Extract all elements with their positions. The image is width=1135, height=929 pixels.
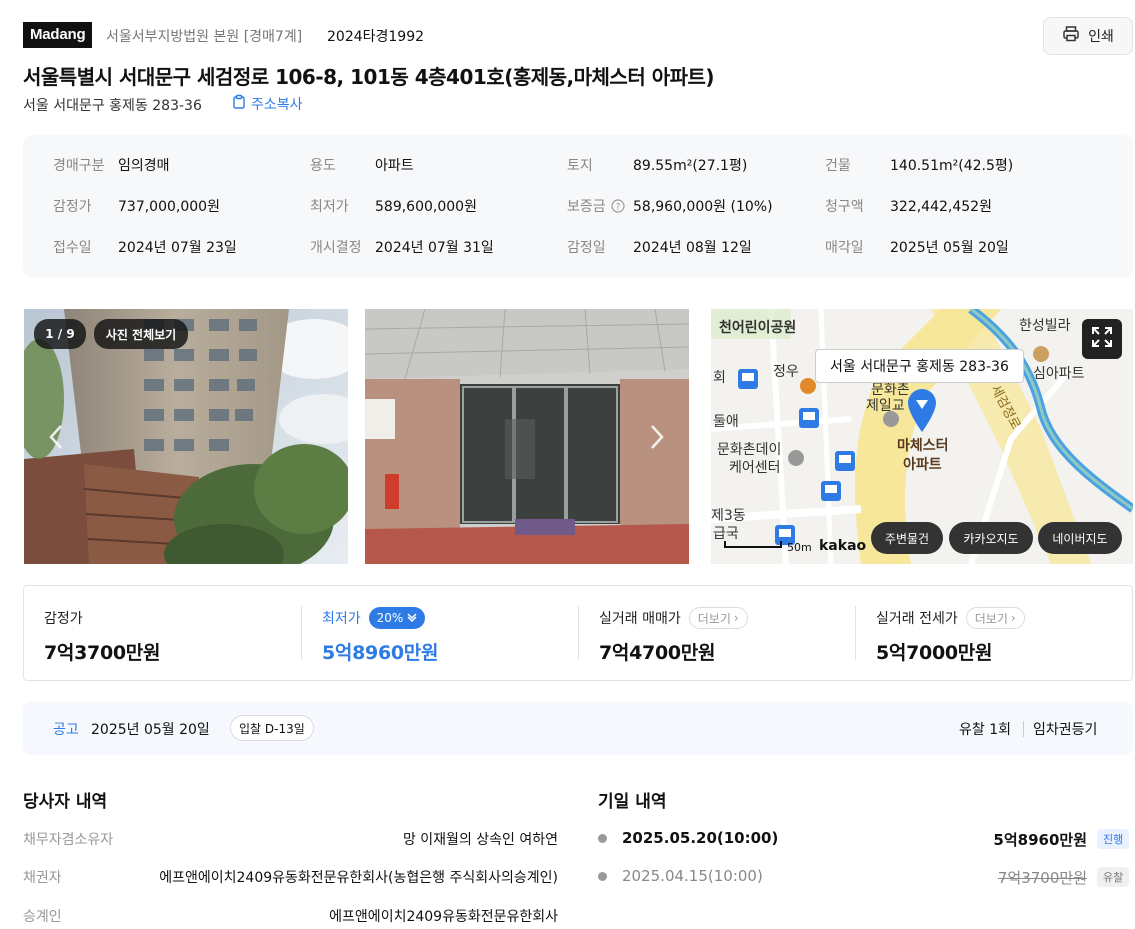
notice-date: 2025년 05월 20일 <box>91 722 210 738</box>
expand-map-button[interactable] <box>1082 319 1122 359</box>
info-commenced: 개시결정 2024년 07월 31일 <box>310 240 494 256</box>
bid-dday-badge: 입찰 D-13일 <box>230 715 314 741</box>
info-usage: 용도 아파트 <box>310 158 414 174</box>
map-label-hoe: 회 <box>713 370 726 386</box>
photo-exterior[interactable]: 1 / 9 사진 전체보기 <box>24 309 348 564</box>
case-info-panel: 경매구분 임의경매 용도 아파트 토지 89.55m²(27.1평) 건물 140.51… <box>23 135 1133 278</box>
notice-label: 공고 <box>53 722 79 738</box>
map-label-jeongu: 정우 <box>773 364 799 380</box>
real-jeonse-more-button[interactable]: 더보기 › <box>965 607 1025 629</box>
kakao-map-button[interactable]: 카카오지도 <box>949 522 1033 554</box>
schedule-date: 2025.04.15(10:00) <box>622 867 763 885</box>
notice-bar: 공고 2025년 05월 20일 입찰 D-13일 유찰 1회 임차권등기 <box>23 702 1133 755</box>
party-value: 에프앤에이치2409유동화전문유한회사(농협은행 주식회사의승계인) <box>159 870 558 886</box>
price-real-sale-value: 7억4700만원 <box>599 642 716 664</box>
discount-pill[interactable]: 20% <box>368 607 426 629</box>
info-building: 건물 140.51m²(42.5평) <box>825 158 1014 174</box>
timeline-dot <box>598 872 607 881</box>
help-icon[interactable]: ? <box>611 199 625 217</box>
view-all-photos-button[interactable]: 사진 전체보기 <box>94 319 188 349</box>
map-label-villa2: 심아파트 <box>1033 366 1085 382</box>
price-minimum-value: 5억8960만원 <box>322 642 439 664</box>
real-sale-more-button[interactable]: 더보기 › <box>688 607 748 629</box>
price-real-jeonse: 실거래 전세가 더보기 › 5억7000만원 <box>876 606 1025 665</box>
party-label: 승계인 <box>23 909 62 925</box>
price-summary: 감정가 7억3700만원 최저가 20% 5억8960만원 실거래 매매가 더보… <box>23 585 1133 681</box>
chevron-right-icon: › <box>733 611 739 625</box>
status-badge: 유찰 <box>1097 867 1130 887</box>
map-label-uguk: 급국 <box>713 526 739 542</box>
info-received: 접수일 2024년 07월 23일 <box>53 240 237 256</box>
map-label-dong3: 제3동 <box>711 508 746 524</box>
map-label-apt2: 아파트 <box>903 457 942 473</box>
case-number: 2024타경1992 <box>327 29 425 45</box>
copy-address-button[interactable]: 주소복사 <box>231 94 303 114</box>
info-deposit: 보증금 ? 58,960,000원 (10%) <box>567 199 773 215</box>
map-label-center1: 문화촌데이 <box>717 442 782 458</box>
copy-icon <box>231 94 247 114</box>
info-minimum: 최저가 589,600,000원 <box>310 199 477 215</box>
map-label-ae: 둘애 <box>713 414 739 430</box>
jibun-address: 서울 서대문구 홍제동 283-36 <box>23 98 202 114</box>
info-appraised: 감정일 2024년 08월 12일 <box>567 240 752 256</box>
court-name: 서울서부지방법원 본원 [경매7계] <box>106 29 303 45</box>
info-appraisal: 감정가 737,000,000원 <box>53 199 220 215</box>
copy-address-label: 주소복사 <box>251 97 303 113</box>
price-real-jeonse-value: 5억7000만원 <box>876 642 993 664</box>
schedule-price: 7억3700만원 <box>997 869 1087 887</box>
map-scale: 50m <box>787 541 812 554</box>
divider <box>301 606 302 660</box>
info-land: 토지 89.55m²(27.1평) <box>567 158 748 174</box>
schedule-date: 2025.05.20(10:00) <box>622 829 779 847</box>
map-label-villa: 한성빌라 <box>1019 318 1071 334</box>
divider <box>578 606 579 660</box>
price-appraisal-value: 7억3700만원 <box>44 642 161 664</box>
status-badge: 진행 <box>1097 829 1130 849</box>
chevron-left-icon[interactable] <box>48 424 64 454</box>
parties-title: 당사자 내역 <box>23 792 108 812</box>
photo-counter: 1 / 9 <box>34 319 86 349</box>
price-minimum: 최저가 20% 5억8960만원 <box>322 606 438 665</box>
map-label-center2: 케어센터 <box>729 460 781 476</box>
map-label-jeil: 제일교 <box>866 398 905 414</box>
photo-entrance-image <box>365 309 689 564</box>
party-value: 망 이재월의 상속인 여하연 <box>402 832 558 848</box>
info-claim: 청구액 322,442,452원 <box>825 199 992 215</box>
svg-text:?: ? <box>616 203 621 213</box>
nearby-properties-button[interactable]: 주변물건 <box>871 522 943 554</box>
party-value: 에프앤에이치2409유동화전문유한회사 <box>329 909 558 925</box>
brand-logo: Madang <box>23 22 93 48</box>
kakao-map-brand: kakao <box>819 538 867 554</box>
info-sale-date: 매각일 2025년 05월 20일 <box>825 240 1009 256</box>
schedule-price: 5억8960만원 <box>993 831 1087 849</box>
map-label-apt1: 마체스터 <box>897 438 949 454</box>
schedule-title: 기일 내역 <box>598 792 667 812</box>
chevron-down-icon <box>407 611 417 625</box>
lease-registration: 임차권등기 <box>1033 722 1098 738</box>
photo-entrance[interactable] <box>365 309 689 564</box>
party-label: 채무자겸소유자 <box>23 832 114 848</box>
price-real-sale: 실거래 매매가 더보기 › 7억4700만원 <box>599 606 748 665</box>
print-label: 인쇄 <box>1088 29 1114 45</box>
chevron-right-icon: › <box>1010 611 1016 625</box>
print-button[interactable]: 인쇄 <box>1043 17 1133 55</box>
divider <box>1023 721 1024 737</box>
location-map[interactable]: 천어린이공원 한성빌라 심아파트 회 정우 둘애 문화촌 제일교 마체스터 아파… <box>711 309 1133 564</box>
fail-count: 유찰 1회 <box>959 722 1011 738</box>
divider <box>855 606 856 660</box>
timeline-dot <box>598 834 607 843</box>
chevron-right-icon[interactable] <box>649 424 665 454</box>
price-appraisal: 감정가 7억3700만원 <box>44 611 161 664</box>
map-pin-icon <box>905 387 939 437</box>
fullscreen-icon <box>1090 325 1114 353</box>
party-label: 채권자 <box>23 870 62 886</box>
naver-map-button[interactable]: 네이버지도 <box>1038 522 1122 554</box>
map-label-park: 천어린이공원 <box>719 320 797 336</box>
printer-icon <box>1062 25 1080 47</box>
property-title: 서울특별시 서대문구 세검정로 106-8, 101동 4층401호(홍제동,마… <box>23 65 715 89</box>
map-address-tooltip: 서울 서대문구 홍제동 283-36 <box>815 349 1024 383</box>
info-auction-type: 경매구분 임의경매 <box>53 158 170 174</box>
